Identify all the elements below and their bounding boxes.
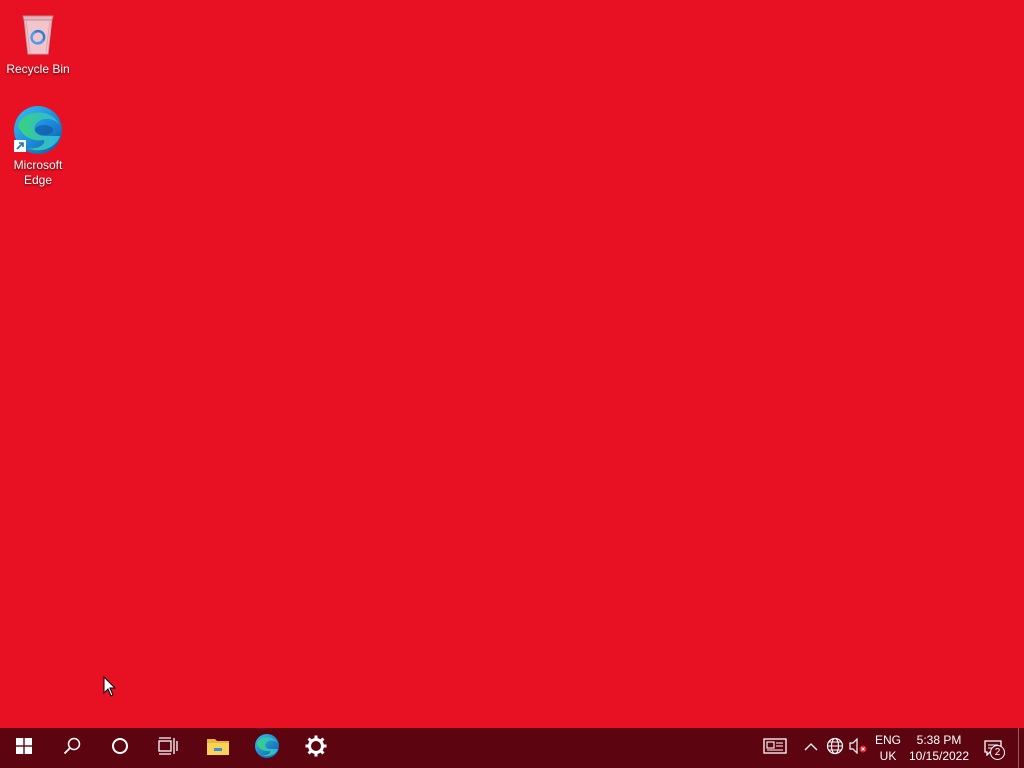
cortana-button[interactable]: [96, 728, 144, 768]
desktop-background[interactable]: Recycle Bin Microsoft Edge: [0, 0, 1024, 728]
clock: 5:38 PM 10/15/2022: [909, 732, 969, 764]
start-button[interactable]: [0, 728, 48, 768]
microsoft-edge-label: Microsoft Edge: [13, 158, 63, 187]
taskbar-edge[interactable]: [243, 728, 291, 768]
recycle-bin-label: Recycle Bin: [6, 62, 70, 76]
clock-date: 10/15/2022: [908, 749, 970, 763]
file-explorer-icon: [206, 736, 230, 761]
language-code: ENG: [874, 733, 901, 747]
taskbar: ENG UK 5:38 PM 10/15/2022 2: [0, 728, 1024, 768]
volume-muted-icon: [849, 737, 867, 759]
search-button[interactable]: [48, 728, 96, 768]
clock-button[interactable]: 5:38 PM 10/15/2022: [906, 728, 972, 768]
action-center-button[interactable]: 2: [976, 728, 1010, 768]
task-view-icon: [158, 736, 178, 760]
desktop-icon-recycle-bin[interactable]: Recycle Bin: [0, 8, 76, 77]
notification-count-badge: 2: [990, 745, 1005, 760]
volume-button[interactable]: [847, 728, 869, 768]
action-center-icon: 2: [984, 740, 1005, 760]
settings-gear-icon: [305, 735, 327, 762]
chevron-up-icon: [804, 739, 818, 757]
edge-icon: [254, 733, 280, 764]
desktop-icon-microsoft-edge[interactable]: Microsoft Edge: [0, 104, 76, 188]
news-and-interests-button[interactable]: [758, 728, 792, 768]
clock-time: 5:38 PM: [916, 733, 962, 747]
network-globe-icon: [826, 737, 844, 760]
windows-start-icon: [16, 737, 32, 759]
input-language-indicator: ENG UK: [875, 732, 901, 764]
taskbar-file-explorer[interactable]: [194, 728, 242, 768]
taskbar-settings[interactable]: [292, 728, 340, 768]
show-desktop-button[interactable]: [1018, 728, 1024, 768]
edge-icon: [12, 104, 64, 156]
input-language-button[interactable]: ENG UK: [872, 728, 904, 768]
recycle-bin-icon: [12, 8, 64, 60]
cortana-icon: [111, 737, 129, 760]
show-hidden-icons-button[interactable]: [800, 728, 822, 768]
network-button[interactable]: [824, 728, 846, 768]
task-view-button[interactable]: [144, 728, 192, 768]
mouse-pointer-icon: [103, 675, 117, 698]
news-and-interests-icon: [763, 737, 787, 759]
search-icon: [63, 737, 81, 760]
language-region: UK: [879, 749, 897, 763]
